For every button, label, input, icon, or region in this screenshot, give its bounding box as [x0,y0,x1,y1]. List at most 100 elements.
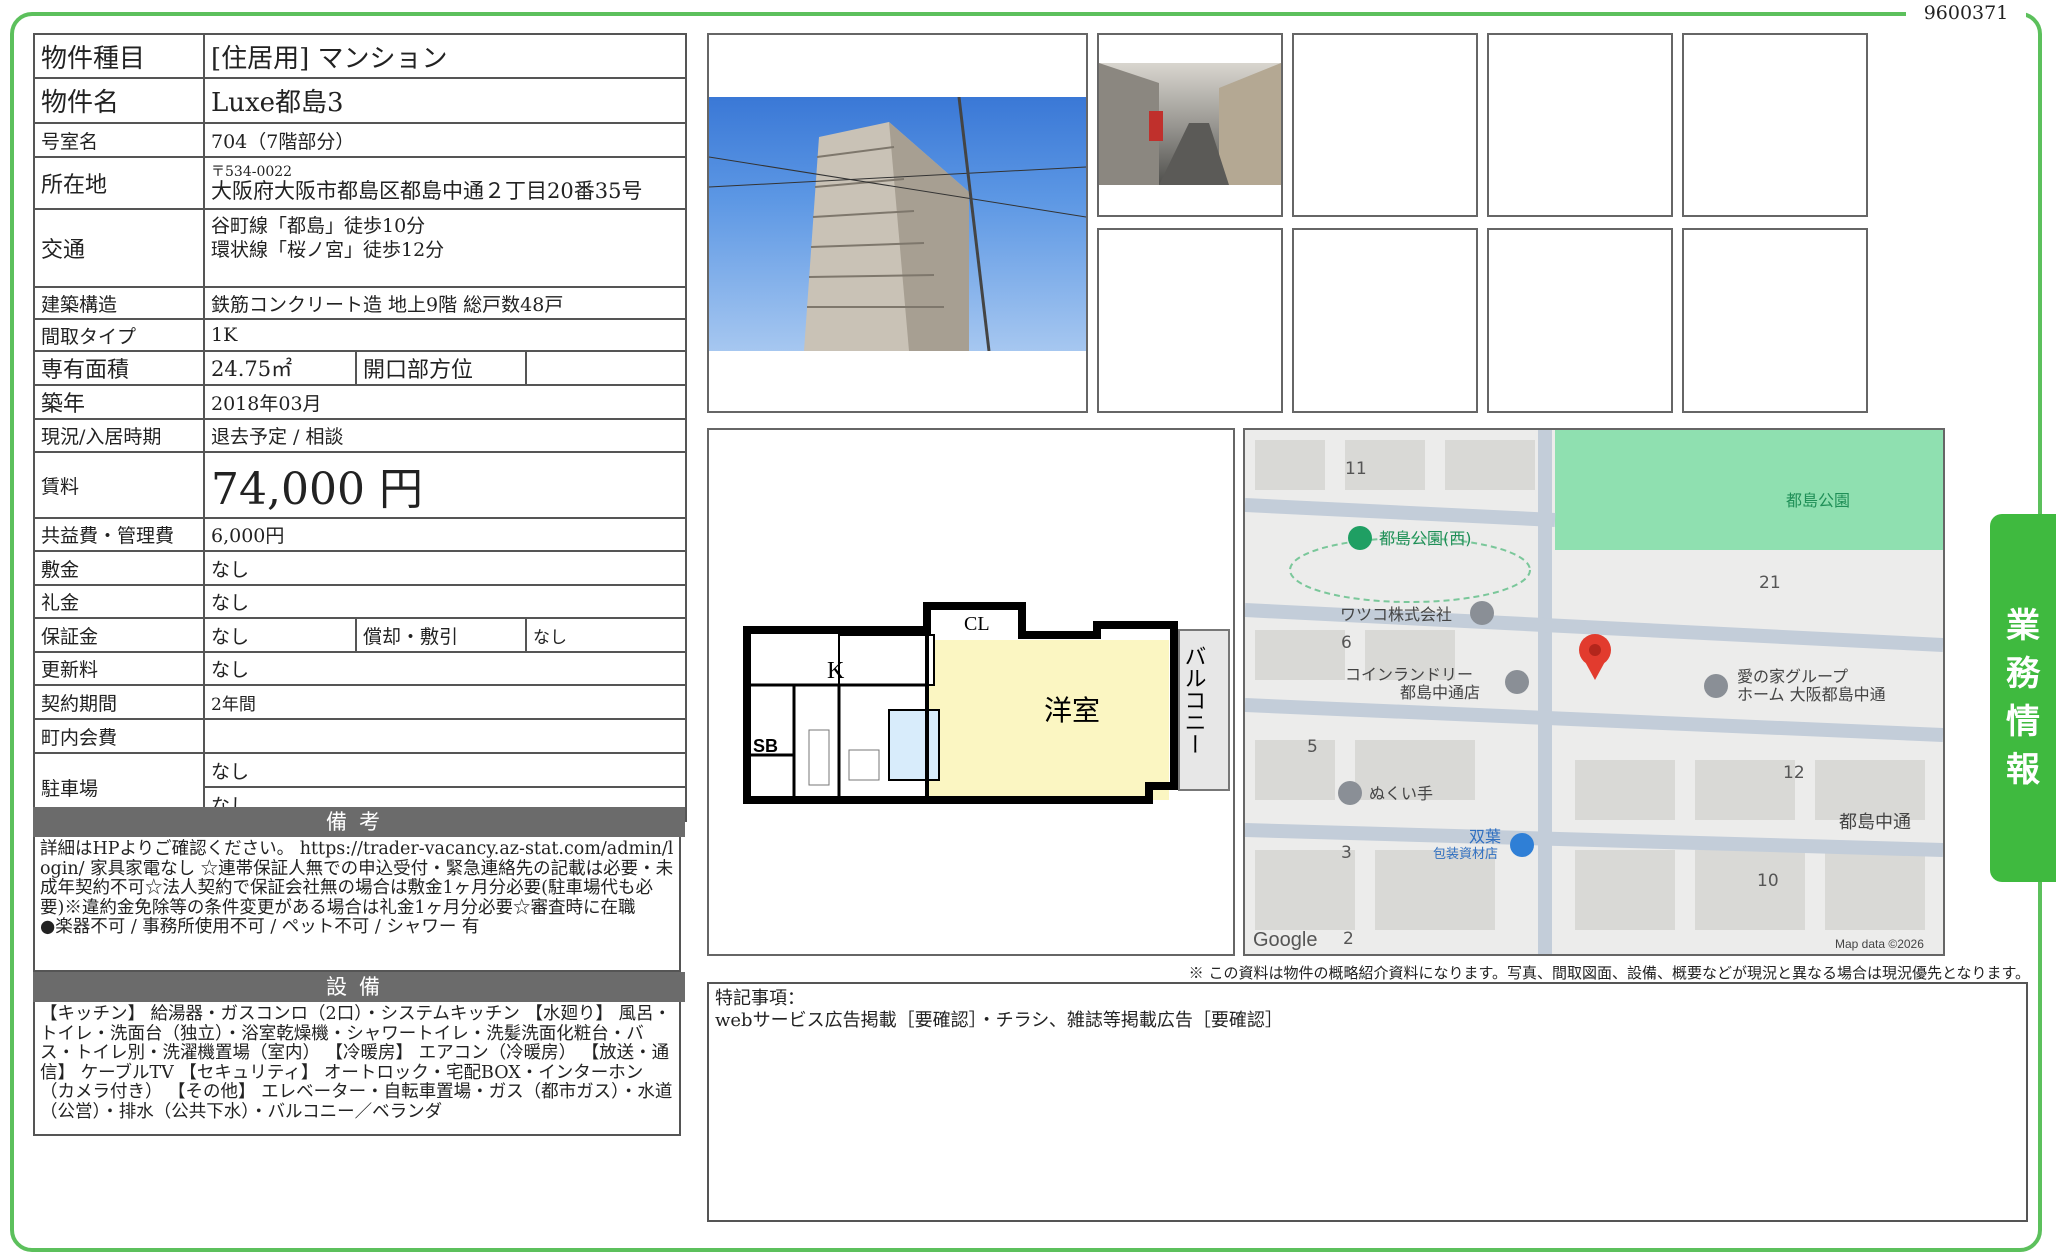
park-pin-icon [1348,526,1372,550]
property-spec-table: 物件種目 [住居用] マンション 物件名 Luxe都島3 号室名 704（7階部… [33,33,688,822]
disclaimer-text: ※ この資料は物件の概略紹介資料になります。写真、間取図面、設備、概要などが現況… [1188,964,2030,982]
amortization-label: 償却・敷引 [355,617,527,653]
rent-label: 賃料 [33,451,205,519]
guarantee-value: なし [203,617,357,653]
laundry-label: 都島中通店 [1400,683,1480,702]
deposit-label: 敷金 [33,550,205,586]
built-label: 築年 [33,384,205,420]
key-money-value: なし [202,584,688,619]
status-label: 現況/入居時期 [33,418,205,453]
fee-value: 6,000円 [202,517,688,552]
souyo-label: 双葉 [1469,827,1501,846]
building-image [709,97,1086,351]
floor-plan[interactable]: CL K 洋室 SB バルコニー [707,428,1235,956]
park-label: 都島公園 [1786,491,1850,510]
building-photo[interactable] [707,33,1088,413]
kitchen-label: K [827,658,845,684]
place-pin-icon [1505,670,1529,694]
name-label: 物件名 [33,77,205,124]
term-label: 契約期間 [33,684,205,720]
shop-pin-icon [1510,833,1534,857]
block-number: 12 [1783,763,1805,783]
structure-label: 建築構造 [33,286,205,320]
remarks-rules: ●楽器不可 / 事務所使用不可 / ペット不可 / シャワー 有 [40,917,480,937]
remarks-box: 詳細はHPよりご確認ください。 https://trader-vacancy.a… [33,837,681,972]
opening-label: 開口部方位 [355,350,527,386]
address-text: 大阪府大阪市都島区都島中通２丁目20番35号 [211,179,643,203]
equipment-header: 設備 [33,972,685,1002]
access-line: 谷町線「都島」徒歩10分 [211,215,426,237]
balcony-label: バルコニー [1181,645,1206,755]
souyo-label: 包装資材店 [1433,847,1498,862]
nukui-label: ぬくい手 [1369,784,1433,803]
community-fee-value [202,718,688,754]
block-number: 10 [1757,871,1779,891]
special-notes-box: 特記事項： webサービス広告掲載［要確認］・チラシ、雑誌等掲載広告［要確認］ [707,982,2028,1222]
location-map[interactable]: 11 21 6 5 12 3 10 2 都島公園(西) 都島公園 ワツコ株式会社… [1243,428,1945,956]
place-pin-icon [1338,781,1362,805]
type-label: 物件種目 [33,33,205,79]
place-pin-icon [1704,674,1728,698]
structure-value: 鉄筋コンクリート造 地上9階 総戸数48戸 [202,286,688,320]
built-value: 2018年03月 [202,384,688,420]
side-tab-char: 業 [2006,606,2040,646]
type-value: [住居用] マンション [202,33,688,79]
term-value: 2年間 [202,684,688,720]
status-value: 退去予定 / 相談 [202,418,688,453]
document-id: 9600371 [1906,0,2026,26]
laundry-label: コインランドリー [1345,665,1473,684]
zip-code: 〒534-0022 [211,164,293,180]
block-number: 11 [1345,459,1367,479]
side-tab-char: 報 [2006,750,2040,790]
photo-slot[interactable] [1487,33,1673,217]
area-value: 24.75㎡ [203,350,357,386]
block-number: 5 [1307,737,1318,757]
park-west-label: 都島公園(西) [1379,529,1472,548]
block-number: 6 [1341,633,1352,653]
special-notes-text: webサービス広告掲載［要確認］・チラシ、雑誌等掲載広告［要確認］ [715,1010,1283,1031]
layout-label: 間取タイプ [33,318,205,352]
renewal-value: なし [202,651,688,686]
rent-value: 74,000 円 [202,451,688,519]
photo-slot[interactable] [1292,33,1478,217]
western-room-label: 洋室 [1044,694,1100,727]
remarks-text: 詳細はHPよりご確認ください。 https://trader-vacancy.a… [40,839,674,918]
access-value: 谷町線「都島」徒歩10分 環状線「桜ノ宮」徒歩12分 [202,208,688,288]
block-number: 21 [1759,573,1781,593]
access-line: 環状線「桜ノ宮」徒歩12分 [211,239,445,261]
special-notes-label: 特記事項： [715,988,805,1009]
name-value: Luxe都島3 [202,77,688,124]
map-attribution: Map data ©2026 [1835,937,1924,951]
room-value: 704（7階部分） [202,122,688,158]
closet-label: CL [964,613,990,635]
floor-plan-drawing: CL K 洋室 SB バルコニー [743,602,1230,804]
access-label: 交通 [33,208,205,288]
block-number: 3 [1341,843,1352,863]
equipment-text: 【キッチン】 給湯器・ガスコンロ（2口）・システムキッチン 【水廻り】 風呂・ト… [40,1004,673,1122]
opening-value [524,350,688,386]
photo-slot[interactable] [1097,228,1283,413]
amortization-value: なし [524,617,688,653]
key-money-label: 礼金 [33,584,205,619]
equipment-box: 【キッチン】 給湯器・ガスコンロ（2口）・システムキッチン 【水廻り】 風呂・ト… [33,1002,681,1136]
deposit-value: なし [202,550,688,586]
photo-slot[interactable] [1682,228,1868,413]
community-fee-label: 町内会費 [33,718,205,754]
place-pin-icon [1470,601,1494,625]
group-home-label: ホーム 大阪都島中通 [1737,685,1886,704]
photo-slot[interactable] [1487,228,1673,413]
street-scene [1099,63,1281,185]
photo-slot[interactable] [1292,228,1478,413]
photo-slot[interactable] [1682,33,1868,217]
shoebox-label: SB [753,736,778,756]
business-info-tab[interactable]: 業 務 情 報 [1990,514,2056,882]
group-home-label: 愛の家グループ [1737,667,1848,686]
map-canvas: 11 21 6 5 12 3 10 2 都島公園(西) 都島公園 ワツコ株式会社… [1245,430,1943,954]
area-label: 専有面積 [33,350,205,386]
renewal-label: 更新料 [33,651,205,686]
parking-value: なし [202,752,688,788]
address-value: 〒534-0022 大阪府大阪市都島区都島中通２丁目20番35号 [202,156,688,210]
street-photo[interactable] [1097,33,1283,217]
room-label: 号室名 [33,122,205,158]
guarantee-label: 保証金 [33,617,205,653]
